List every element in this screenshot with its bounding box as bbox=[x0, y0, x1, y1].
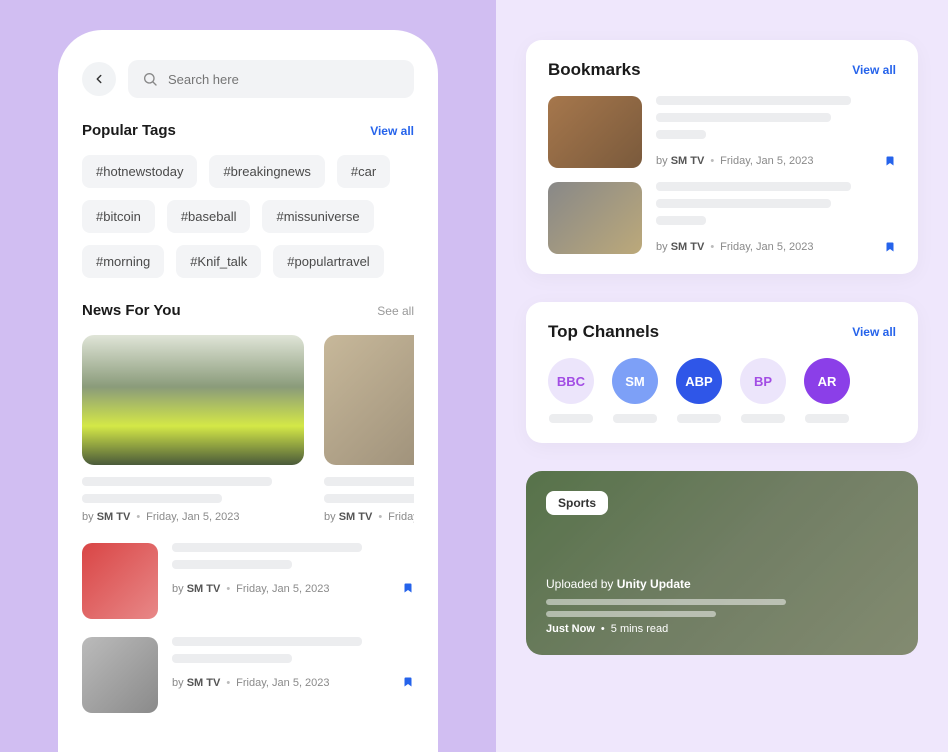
tag[interactable]: #hotnewstoday bbox=[82, 155, 197, 188]
bookmarks-view-all[interactable]: View all bbox=[852, 63, 896, 77]
category-badge: Sports bbox=[546, 491, 608, 515]
skeleton-line bbox=[656, 96, 851, 105]
news-card[interactable]: by SM TV•Friday, Jan 5, 2023 bbox=[324, 335, 414, 523]
tag[interactable]: #car bbox=[337, 155, 390, 188]
skeleton-line bbox=[324, 494, 414, 503]
skeleton-line bbox=[82, 477, 272, 486]
skeleton-line bbox=[172, 543, 362, 552]
channel-avatar: SM bbox=[612, 358, 658, 404]
skeleton-line bbox=[546, 611, 716, 617]
channel-item[interactable]: AR bbox=[804, 358, 850, 423]
channel-avatar: BP bbox=[740, 358, 786, 404]
search-bar[interactable] bbox=[128, 60, 414, 98]
channel-item[interactable]: SM bbox=[612, 358, 658, 423]
featured-article-body: Uploaded by Unity Update Just Now•5 mins… bbox=[546, 577, 898, 635]
tag[interactable]: #morning bbox=[82, 245, 164, 278]
tag[interactable]: #bitcoin bbox=[82, 200, 155, 233]
bookmark-thumb bbox=[548, 96, 642, 168]
news-thumb bbox=[82, 637, 158, 713]
tags-wrap: #hotnewstoday #breakingnews #car #bitcoi… bbox=[82, 155, 414, 278]
news-image bbox=[324, 335, 414, 465]
news-list-body: by SM TV•Friday, Jan 5, 2023 bbox=[172, 637, 414, 713]
skeleton-line bbox=[677, 414, 721, 423]
top-channels-card: Top Channels View all BBC SM ABP BP AR bbox=[526, 302, 918, 443]
skeleton-line bbox=[549, 414, 593, 423]
search-icon bbox=[142, 71, 158, 87]
news-card[interactable]: by SM TV•Friday, Jan 5, 2023 bbox=[82, 335, 304, 523]
news-image bbox=[82, 335, 304, 465]
news-carousel[interactable]: by SM TV•Friday, Jan 5, 2023 by SM TV•Fr… bbox=[82, 335, 414, 523]
news-list-item[interactable]: by SM TV•Friday, Jan 5, 2023 bbox=[82, 543, 414, 619]
news-title: News For You bbox=[82, 302, 181, 319]
popular-tags-title: Popular Tags bbox=[82, 122, 176, 139]
news-meta: by SM TV•Friday, Jan 5, 2023 bbox=[172, 583, 330, 595]
skeleton-line bbox=[613, 414, 657, 423]
featured-article-card[interactable]: Sports Uploaded by Unity Update Just Now… bbox=[526, 471, 918, 655]
bookmarks-card: Bookmarks View all by SM TV•Friday, Jan … bbox=[526, 40, 918, 274]
news-meta: by SM TV•Friday, Jan 5, 2023 bbox=[82, 511, 304, 523]
uploaded-by: Uploaded by Unity Update bbox=[546, 577, 898, 591]
tag[interactable]: #missuniverse bbox=[262, 200, 373, 233]
skeleton-line bbox=[656, 216, 706, 225]
news-header: News For You See all bbox=[82, 302, 414, 319]
bookmark-thumb bbox=[548, 182, 642, 254]
news-thumb bbox=[82, 543, 158, 619]
skeleton-line bbox=[805, 414, 849, 423]
right-panel: Bookmarks View all by SM TV•Friday, Jan … bbox=[496, 0, 948, 752]
left-panel: Popular Tags View all #hotnewstoday #bre… bbox=[0, 0, 496, 752]
skeleton-line bbox=[172, 560, 292, 569]
skeleton-line bbox=[656, 199, 831, 208]
tag[interactable]: #breakingnews bbox=[209, 155, 324, 188]
skeleton-line bbox=[172, 654, 292, 663]
bookmark-item[interactable]: by SM TV•Friday, Jan 5, 2023 bbox=[548, 96, 896, 168]
search-input[interactable] bbox=[168, 72, 400, 87]
tag[interactable]: #populartravel bbox=[273, 245, 383, 278]
news-meta: by SM TV•Friday, Jan 5, 2023 bbox=[172, 677, 330, 689]
phone-frame: Popular Tags View all #hotnewstoday #bre… bbox=[58, 30, 438, 752]
skeleton-line bbox=[82, 494, 222, 503]
channel-item[interactable]: ABP bbox=[676, 358, 722, 423]
bookmark-item[interactable]: by SM TV•Friday, Jan 5, 2023 bbox=[548, 182, 896, 254]
channels-title: Top Channels bbox=[548, 322, 659, 342]
skeleton-line bbox=[741, 414, 785, 423]
bookmark-icon[interactable] bbox=[884, 154, 896, 168]
popular-tags-view-all[interactable]: View all bbox=[370, 124, 414, 138]
news-list-item[interactable]: by SM TV•Friday, Jan 5, 2023 bbox=[82, 637, 414, 713]
channel-avatar: AR bbox=[804, 358, 850, 404]
skeleton-line bbox=[172, 637, 362, 646]
skeleton-line bbox=[546, 599, 786, 605]
popular-tags-header: Popular Tags View all bbox=[82, 122, 414, 139]
channels-header: Top Channels View all bbox=[548, 322, 896, 342]
bookmark-icon[interactable] bbox=[402, 675, 414, 689]
bookmark-meta: by SM TV•Friday, Jan 5, 2023 bbox=[656, 241, 814, 253]
channel-item[interactable]: BP bbox=[740, 358, 786, 423]
tag[interactable]: #Knif_talk bbox=[176, 245, 261, 278]
bookmark-icon[interactable] bbox=[884, 240, 896, 254]
top-bar bbox=[82, 60, 414, 98]
bookmarks-title: Bookmarks bbox=[548, 60, 641, 80]
channels-row: BBC SM ABP BP AR bbox=[548, 358, 896, 423]
bookmarks-header: Bookmarks View all bbox=[548, 60, 896, 80]
news-see-all[interactable]: See all bbox=[377, 304, 414, 318]
article-meta: Just Now•5 mins read bbox=[546, 623, 898, 635]
news-list-body: by SM TV•Friday, Jan 5, 2023 bbox=[172, 543, 414, 619]
channel-avatar: BBC bbox=[548, 358, 594, 404]
chevron-left-icon bbox=[92, 72, 106, 86]
skeleton-line bbox=[324, 477, 414, 486]
skeleton-line bbox=[656, 182, 851, 191]
back-button[interactable] bbox=[82, 62, 116, 96]
skeleton-line bbox=[656, 113, 831, 122]
tag[interactable]: #baseball bbox=[167, 200, 251, 233]
channels-view-all[interactable]: View all bbox=[852, 325, 896, 339]
bookmark-meta: by SM TV•Friday, Jan 5, 2023 bbox=[656, 155, 814, 167]
channel-avatar: ABP bbox=[676, 358, 722, 404]
bookmark-icon[interactable] bbox=[402, 581, 414, 595]
skeleton-line bbox=[656, 130, 706, 139]
channel-item[interactable]: BBC bbox=[548, 358, 594, 423]
news-meta: by SM TV•Friday, Jan 5, 2023 bbox=[324, 511, 414, 523]
